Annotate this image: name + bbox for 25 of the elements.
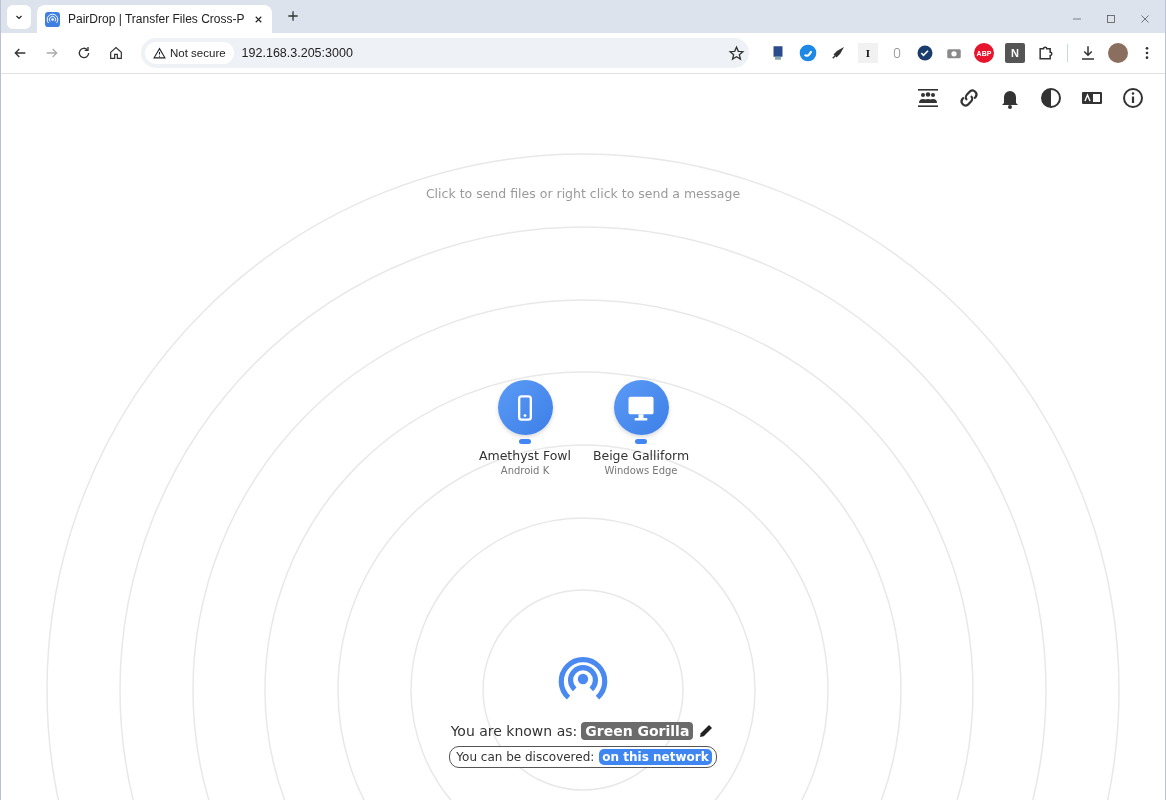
extension-icon[interactable]: I [858, 43, 878, 63]
download-icon[interactable] [1079, 44, 1097, 62]
contrast-icon[interactable] [1039, 86, 1063, 110]
instruction-text: Click to send files or right click to send a message [425, 186, 741, 201]
home-icon[interactable] [108, 45, 124, 61]
reload-icon[interactable] [76, 45, 92, 61]
discovery-label: You can be discovered: [456, 750, 595, 764]
display-name-field[interactable]: Green Gorilla [581, 722, 694, 740]
star-icon[interactable] [728, 44, 745, 62]
check-icon[interactable] [916, 44, 934, 62]
link-icon[interactable] [957, 86, 981, 110]
url-text: 192.168.3.205:3000 [241, 46, 354, 60]
extension-icon[interactable]: N [1005, 43, 1025, 63]
discovery-scope-tag: on this network [599, 749, 712, 765]
info-icon[interactable] [1121, 86, 1145, 110]
maximize-icon[interactable] [1105, 13, 1117, 25]
security-chip[interactable]: Not secure [145, 42, 234, 64]
radar-icon [45, 11, 60, 27]
warning-icon [153, 46, 166, 60]
browser-tab[interactable]: PairDrop | Transfer Files Cross-P [37, 5, 272, 33]
known-as-label: You are known as: [450, 723, 578, 739]
profile-avatar[interactable] [1108, 43, 1128, 63]
address-bar[interactable]: Not secure 192.168.3.205:3000 [141, 38, 749, 68]
people-icon[interactable] [916, 86, 940, 110]
new-tab-icon[interactable] [285, 9, 300, 23]
